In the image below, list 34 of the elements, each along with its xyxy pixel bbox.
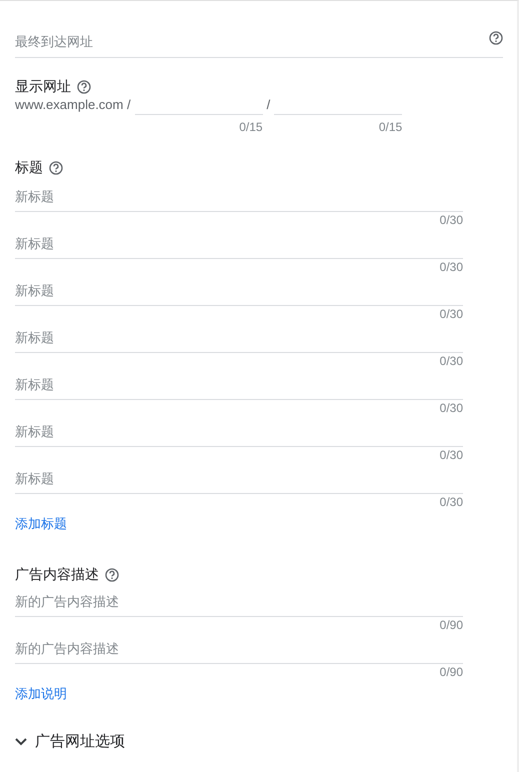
url-options-toggle[interactable]: 广告网址选项 — [15, 732, 125, 751]
domain-text: www.example.com / — [15, 96, 131, 114]
character-counter: 0/90 — [440, 617, 463, 633]
headline-field[interactable]: 新标题 — [15, 463, 463, 494]
help-icon[interactable] — [489, 30, 503, 44]
separator-text: / — [266, 96, 270, 114]
final-url-field[interactable]: 最终到达网址 — [15, 26, 489, 57]
headline-field[interactable]: 新标题 — [15, 181, 463, 212]
character-counter: 0/30 — [440, 306, 463, 322]
help-icon[interactable] — [77, 80, 91, 94]
character-counter: 0/30 — [440, 259, 463, 275]
character-counter: 0/30 — [440, 212, 463, 228]
section-label: 标题 — [15, 159, 43, 177]
headline-field[interactable]: 新标题 — [15, 322, 463, 353]
add-description-link[interactable]: 添加说明 — [15, 686, 67, 701]
description-field[interactable]: 新的广告内容描述 — [15, 633, 463, 664]
help-icon[interactable] — [105, 568, 119, 582]
character-counter: 0/15 — [378, 119, 402, 135]
chevron-down-icon — [15, 738, 27, 746]
headline-field[interactable]: 新标题 — [15, 369, 463, 400]
character-counter: 0/30 — [440, 494, 463, 510]
help-icon[interactable] — [49, 161, 63, 175]
description-field[interactable]: 新的广告内容描述 — [15, 586, 463, 617]
character-counter: 0/30 — [440, 400, 463, 416]
section-label: 广告内容描述 — [15, 566, 99, 584]
character-counter: 0/30 — [440, 447, 463, 463]
character-counter: 0/90 — [440, 664, 463, 680]
headline-field[interactable]: 新标题 — [15, 275, 463, 306]
character-counter: 0/15 — [239, 119, 263, 135]
headline-field[interactable]: 新标题 — [15, 228, 463, 259]
headline-field[interactable]: 新标题 — [15, 416, 463, 447]
add-headline-link[interactable]: 添加标题 — [15, 516, 67, 531]
section-label: 显示网址 — [15, 78, 71, 96]
character-counter: 0/30 — [440, 353, 463, 369]
